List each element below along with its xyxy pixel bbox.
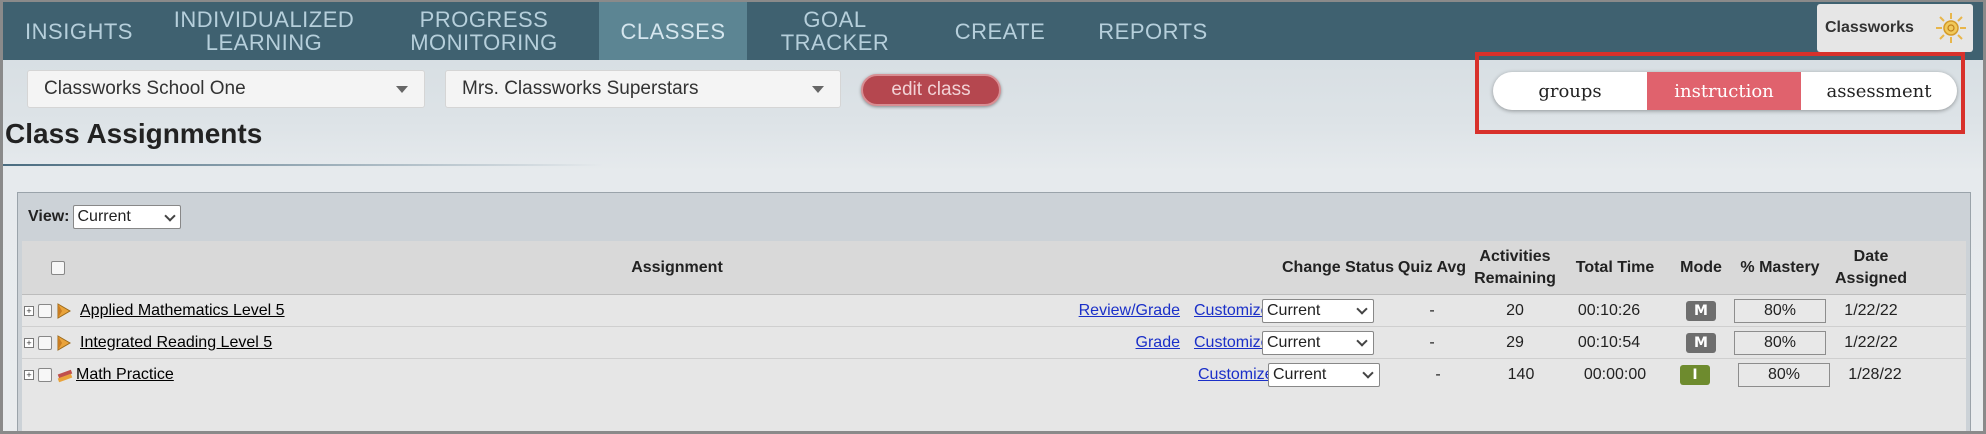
date-assigned: 1/28/22: [1848, 366, 1902, 383]
assignments-panel: View: Current Assignment Change Status Q…: [17, 192, 1971, 431]
nav-progress-monitoring[interactable]: PROGRESS MONITORING: [373, 2, 595, 60]
books-icon: [57, 369, 73, 383]
date-assigned: 1/22/22: [1844, 334, 1898, 351]
title-divider: [3, 164, 603, 166]
pencil-activity-icon: [57, 303, 71, 319]
header-mode[interactable]: Mode: [1668, 241, 1734, 295]
view-label: View:: [28, 208, 70, 225]
view-select[interactable]: Current: [72, 205, 181, 229]
status-select[interactable]: Current: [1268, 363, 1380, 387]
table-row: + Math Practice Customize Current - 140 …: [22, 359, 1966, 391]
mode-badge: I: [1680, 365, 1710, 385]
app-window: INSIGHTS INDIVIDUALIZED LEARNING PROGRES…: [0, 0, 1986, 434]
segment-groups[interactable]: groups: [1493, 72, 1647, 110]
chevron-down-icon: [812, 86, 824, 93]
brand-name: Classworks: [1825, 19, 1914, 36]
chevron-down-icon: [163, 210, 176, 222]
chevron-down-icon: [1356, 303, 1368, 315]
expand-icon[interactable]: +: [24, 306, 34, 316]
total-time: 00:10:26: [1577, 302, 1641, 319]
nav-create[interactable]: CREATE: [945, 2, 1055, 60]
nav-classes[interactable]: CLASSES: [599, 2, 747, 60]
mode-badge: M: [1686, 301, 1716, 321]
activities-remaining: 20: [1506, 302, 1524, 319]
customize-link[interactable]: Customize: [1194, 334, 1270, 352]
assignments-table: Assignment Change Status Quiz Avg Activi…: [22, 241, 1966, 431]
total-time: 00:10:54: [1577, 334, 1641, 351]
table-row: + Integrated Reading Level 5 Grade Custo…: [22, 327, 1966, 359]
header-date-assigned[interactable]: Date Assigned: [1826, 241, 1916, 295]
assignment-link[interactable]: Integrated Reading Level 5: [80, 334, 272, 352]
segment-instruction[interactable]: instruction: [1647, 72, 1801, 110]
mastery-value: 80%: [1734, 299, 1826, 323]
chevron-down-icon: [1362, 367, 1374, 379]
nav-individualized-learning[interactable]: INDIVIDUALIZED LEARNING: [155, 2, 373, 60]
class-select[interactable]: Mrs. Classworks Superstars: [445, 70, 841, 108]
header-change-status: Change Status: [1281, 259, 1394, 276]
view-filter: View: Current: [28, 205, 181, 229]
pencil-activity-icon: [57, 335, 71, 351]
row-checkbox[interactable]: [38, 336, 52, 350]
mastery-value: 80%: [1734, 331, 1826, 355]
header-activities-remaining[interactable]: Activities Remaining: [1468, 241, 1562, 295]
edit-class-button[interactable]: edit class: [861, 74, 1001, 106]
header-quiz-avg[interactable]: Quiz Avg: [1396, 241, 1468, 295]
assignment-link[interactable]: Math Practice: [76, 366, 174, 384]
assignment-link[interactable]: Applied Mathematics Level 5: [80, 302, 285, 320]
segment-assessment[interactable]: assessment: [1801, 72, 1957, 110]
select-all-checkbox[interactable]: [51, 261, 65, 275]
mode-badge: M: [1686, 333, 1716, 353]
header-assignment[interactable]: Assignment: [72, 241, 1282, 295]
table-header: Assignment Change Status Quiz Avg Activi…: [22, 241, 1966, 295]
quiz-avg: -: [1429, 302, 1435, 319]
row-checkbox[interactable]: [38, 368, 52, 382]
header-mastery[interactable]: % Mastery: [1734, 241, 1826, 295]
customize-link[interactable]: Customize: [1194, 302, 1270, 320]
header-total-time[interactable]: Total Time: [1562, 241, 1668, 295]
page-title: Class Assignments: [5, 118, 263, 149]
row-checkbox[interactable]: [38, 304, 52, 318]
sun-logo-icon: [1936, 13, 1966, 43]
expand-icon[interactable]: +: [24, 338, 34, 348]
customize-link[interactable]: Customize: [1198, 366, 1274, 384]
school-select[interactable]: Classworks School One: [27, 70, 425, 108]
review-grade-link[interactable]: Review/Grade: [1079, 302, 1180, 320]
status-select[interactable]: Current: [1262, 299, 1374, 323]
nav-insights[interactable]: INSIGHTS: [3, 2, 155, 60]
mastery-value: 80%: [1738, 363, 1830, 387]
status-select[interactable]: Current: [1262, 331, 1374, 355]
nav-goal-tracker[interactable]: GOAL TRACKER: [747, 2, 923, 60]
quiz-avg: -: [1429, 334, 1435, 351]
chevron-down-icon: [396, 86, 408, 93]
table-row: + Applied Mathematics Level 5 Review/Gra…: [22, 295, 1966, 327]
total-time: 00:00:00: [1583, 366, 1647, 383]
activities-remaining: 29: [1506, 334, 1524, 351]
expand-icon[interactable]: +: [24, 370, 34, 380]
view-mode-toggle: groups instruction assessment: [1493, 72, 1957, 110]
activities-remaining: 140: [1507, 366, 1535, 383]
grade-link[interactable]: Grade: [1136, 334, 1180, 352]
chevron-down-icon: [1356, 335, 1368, 347]
quiz-avg: -: [1435, 366, 1441, 383]
brand-menu[interactable]: Classworks: [1817, 4, 1973, 52]
date-assigned: 1/22/22: [1844, 302, 1898, 319]
nav-reports[interactable]: REPORTS: [1083, 2, 1223, 60]
